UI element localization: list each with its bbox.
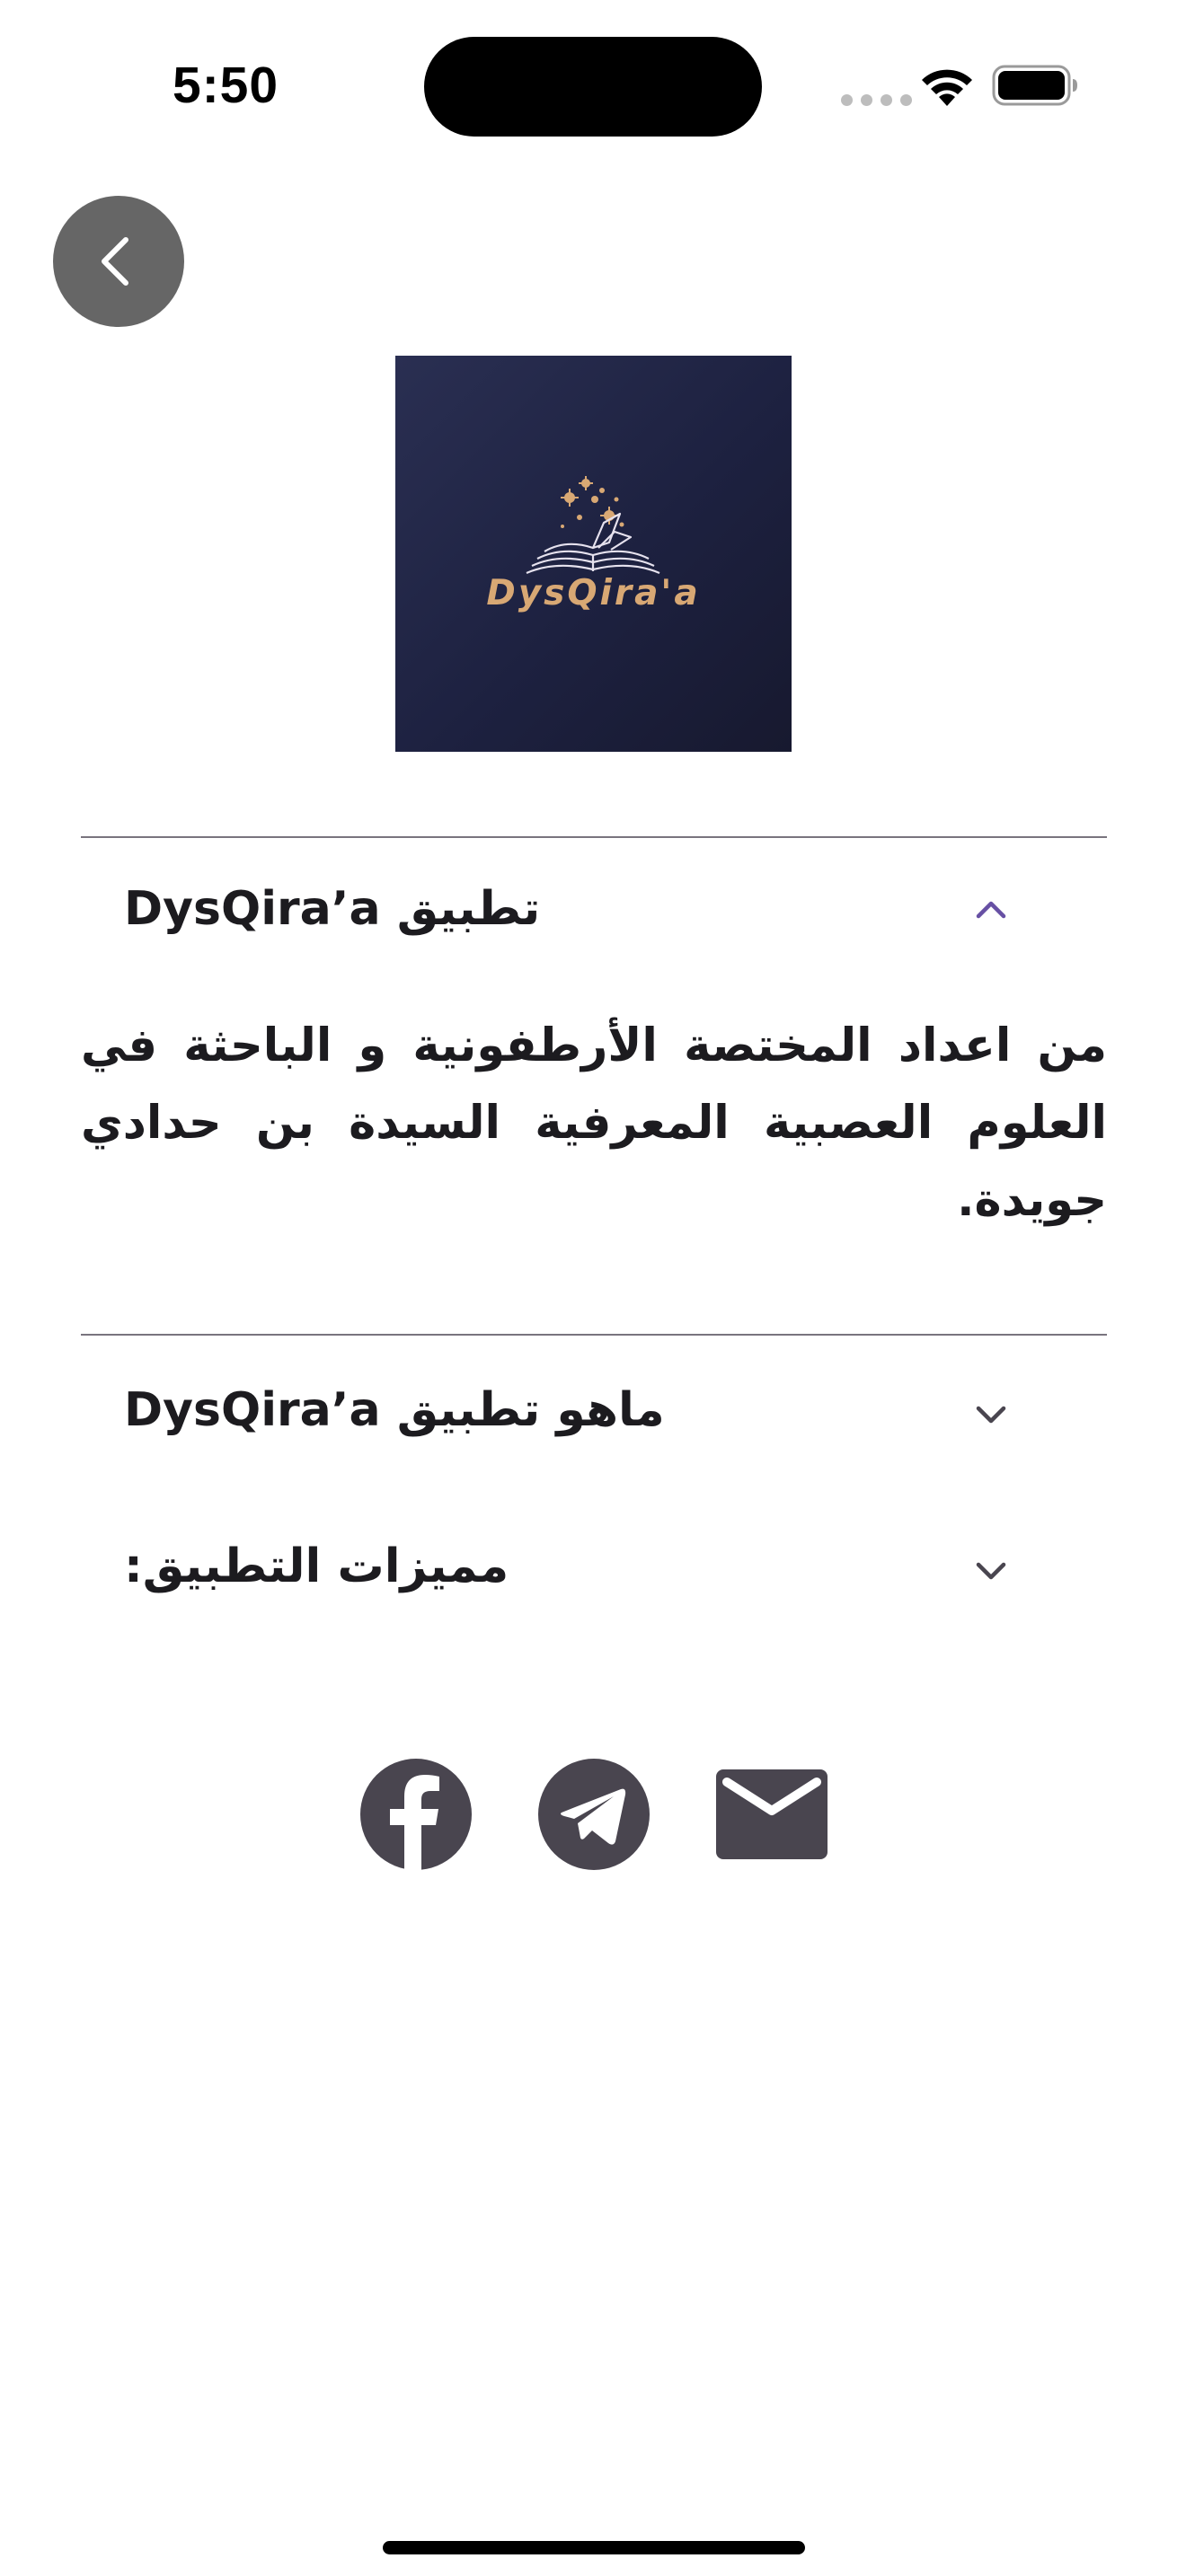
status-time: 5:50 xyxy=(173,57,279,114)
email-button[interactable] xyxy=(716,1759,828,1870)
facebook-button[interactable] xyxy=(360,1759,472,1870)
accordion-body-text: من اعداد المختصة الأرطفونية و الباحثة في… xyxy=(81,1019,1107,1227)
wifi-icon xyxy=(922,69,972,106)
open-book-sparkles-icon xyxy=(526,476,660,575)
telegram-icon xyxy=(538,1759,650,1870)
accordion-header-features[interactable]: مميزات التطبيق: xyxy=(81,1513,1107,1620)
divider xyxy=(81,836,1107,838)
cellular-signal-icon xyxy=(841,94,912,106)
chevron-up-icon xyxy=(976,901,1006,919)
accordion-header-what-is[interactable]: ماهو تطبيق DysQira’a xyxy=(81,1356,1107,1464)
dynamic-island xyxy=(424,37,762,137)
battery-icon xyxy=(992,65,1077,106)
accordion-header-app[interactable]: تطبيق DysQira’a xyxy=(81,855,1107,963)
accordion-title: ماهو تطبيق DysQira’a xyxy=(124,1383,665,1437)
chevron-down-icon xyxy=(976,1562,1006,1580)
chevron-down-icon xyxy=(976,1406,1006,1424)
mail-icon xyxy=(716,1769,828,1859)
accordion-title: مميزات التطبيق: xyxy=(124,1539,509,1593)
facebook-icon xyxy=(360,1759,472,1870)
app-logo: DysQira'a xyxy=(395,356,792,752)
divider xyxy=(81,1334,1107,1336)
accordion-title: تطبيق DysQira’a xyxy=(124,882,541,936)
back-button[interactable] xyxy=(53,196,184,327)
chevron-left-icon xyxy=(102,237,128,286)
home-indicator[interactable] xyxy=(383,2541,805,2554)
logo-text: DysQira'a xyxy=(486,573,701,613)
telegram-button[interactable] xyxy=(538,1759,650,1870)
